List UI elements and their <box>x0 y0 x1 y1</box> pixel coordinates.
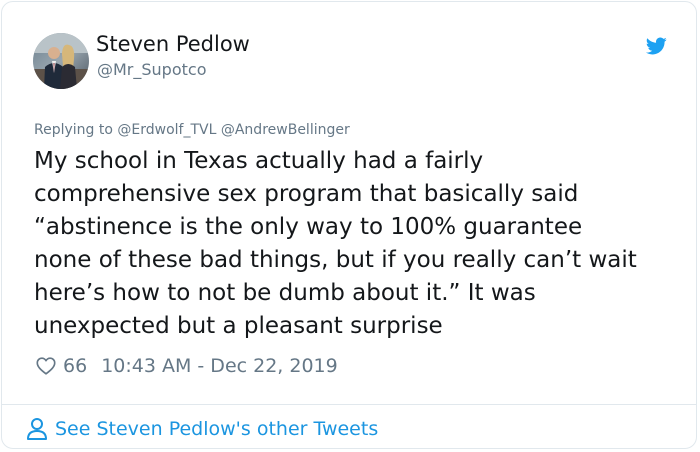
user-handle[interactable]: @Mr_Supotco <box>97 60 206 79</box>
tweet-text: My school in Texas actually had a fairly… <box>34 145 684 343</box>
see-other-tweets-label[interactable]: See Steven Pedlow's other Tweets <box>55 418 378 440</box>
display-name[interactable]: Steven Pedlow <box>96 32 250 56</box>
tweet-text-line: unexpected but a pleasant surprise <box>34 313 443 339</box>
tweet-card: Steven Pedlow @Mr_Supotco Replying to @E… <box>1 1 697 449</box>
tweet-timestamp[interactable]: 10:43 AM - Dec 22, 2019 <box>101 355 338 377</box>
person-outline-icon <box>27 418 47 440</box>
avatar-photo <box>33 33 89 89</box>
divider <box>2 404 696 405</box>
tweet-text-line: “abstinence is the only way to 100% guar… <box>34 214 583 240</box>
tweet-text-line: My school in Texas actually had a fairly <box>34 148 484 174</box>
mention-link[interactable]: @Erdwolf_TVL <box>117 122 216 138</box>
tweet-text-line: none of these bad things, but if you rea… <box>34 247 637 273</box>
tweet-text-line: here’s how to not be dumb about it.” It … <box>34 280 536 306</box>
heart-outline-icon[interactable] <box>35 355 57 377</box>
avatar[interactable] <box>33 33 89 89</box>
tweet-meta: 66 10:43 AM - Dec 22, 2019 <box>35 353 338 379</box>
like-count[interactable]: 66 <box>63 355 87 377</box>
twitter-bird-icon[interactable] <box>643 35 669 57</box>
see-other-tweets-link[interactable]: See Steven Pedlow's other Tweets <box>26 414 378 444</box>
reply-context: Replying to @Erdwolf_TVL @AndrewBellinge… <box>34 122 350 138</box>
tweet-text-line: comprehensive sex program that basically… <box>34 181 579 207</box>
mention-link[interactable]: @AndrewBellinger <box>221 122 350 138</box>
reply-prefix: Replying to <box>34 122 113 138</box>
